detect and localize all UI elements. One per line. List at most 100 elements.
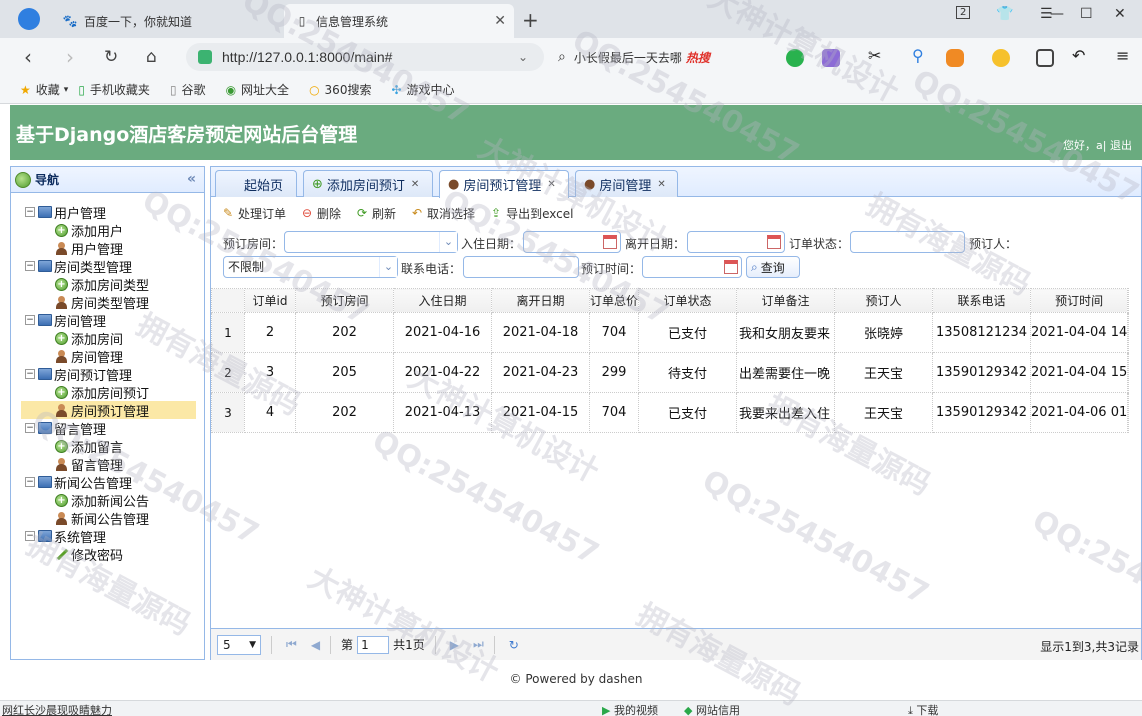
checkout-date-input[interactable] bbox=[687, 231, 785, 253]
nav-item[interactable]: + 添加房间预订 bbox=[11, 383, 204, 402]
nav-item[interactable]: + 添加新闻公告 bbox=[11, 491, 204, 510]
reload-icon[interactable]: ↻ bbox=[104, 47, 118, 67]
calendar-icon[interactable] bbox=[603, 235, 617, 249]
browser-logo-icon[interactable] bbox=[18, 8, 40, 30]
nav-group[interactable]: − 房间预订管理 bbox=[11, 365, 204, 384]
room-select[interactable]: ⌄ bbox=[284, 231, 458, 253]
status-input[interactable] bbox=[850, 231, 965, 253]
next-page-icon[interactable]: ▶ bbox=[450, 638, 459, 652]
query-button[interactable]: ⌕ 查询 bbox=[746, 256, 800, 278]
apps-icon[interactable] bbox=[1036, 49, 1054, 67]
nav-group[interactable]: − 用户管理 bbox=[11, 203, 204, 222]
calendar-icon[interactable] bbox=[767, 235, 781, 249]
table-row[interactable]: 2 3 205 2021-04-22 2021-04-23 299 待支付 出差需要住一晚 王天… bbox=[211, 352, 1130, 393]
browser-tab-active[interactable]: ▯ 信息管理系统 ✕ bbox=[284, 4, 514, 38]
refresh-button[interactable]: ⟳ 刷新 bbox=[355, 205, 396, 222]
nav-item[interactable]: 新闻公告管理 bbox=[11, 509, 204, 528]
nav-item[interactable]: + 添加房间 bbox=[11, 329, 204, 348]
minimize-icon[interactable]: — bbox=[1050, 6, 1064, 22]
calendar-icon[interactable] bbox=[724, 260, 738, 274]
booktime-input[interactable] bbox=[642, 256, 742, 278]
collapse-toggle-icon[interactable]: − bbox=[25, 477, 35, 487]
scissors-icon[interactable]: ✂ bbox=[868, 46, 886, 65]
home-icon[interactable]: ⌂ bbox=[146, 47, 157, 67]
nav-item[interactable]: 留言管理 bbox=[11, 455, 204, 474]
close-tab-icon[interactable]: ✕ bbox=[494, 13, 506, 29]
phone-input[interactable] bbox=[463, 256, 579, 278]
nav-item[interactable]: + 添加留言 bbox=[11, 437, 204, 456]
bookmark-sites[interactable]: ◉ 网址大全 bbox=[226, 81, 290, 98]
status-select[interactable]: 不限制 ⌄ bbox=[223, 256, 398, 278]
checkin-date-input[interactable] bbox=[523, 231, 621, 253]
export-excel-button[interactable]: ⇪ 导出到excel bbox=[489, 205, 573, 222]
video-link[interactable]: ▶ 我的视频 bbox=[602, 702, 658, 716]
bookmark-360[interactable]: ○ 360搜索 bbox=[309, 81, 371, 98]
column-header[interactable]: 订单状态 bbox=[638, 288, 738, 313]
browser-tab-baidu[interactable]: 🐾 百度一下，你就知道 bbox=[52, 4, 282, 38]
close-window-icon[interactable]: ✕ bbox=[1114, 6, 1126, 22]
last-page-icon[interactable]: ⏭ bbox=[473, 637, 484, 652]
status-news-link[interactable]: 网红长沙晨现吸睛魅力 bbox=[2, 702, 112, 716]
address-bar[interactable]: http://127.0.0.1:8000/main# ⌄ bbox=[186, 43, 544, 71]
nav-group[interactable]: − 房间类型管理 bbox=[11, 257, 204, 276]
column-header[interactable]: 预订人 bbox=[834, 288, 934, 313]
maximize-icon[interactable]: ☐ bbox=[1080, 6, 1093, 22]
column-header[interactable]: 联系电话 bbox=[932, 288, 1032, 313]
column-header[interactable]: 订单备注 bbox=[736, 288, 836, 313]
search-tool-icon[interactable]: ⚲ bbox=[912, 46, 930, 65]
nav-item[interactable]: 房间预订管理 bbox=[21, 401, 196, 420]
column-header[interactable]: 订单id bbox=[244, 288, 296, 313]
column-header[interactable]: 入住日期 bbox=[393, 288, 492, 313]
collapse-toggle-icon[interactable]: − bbox=[25, 531, 35, 541]
tab-count-badge[interactable]: 2 bbox=[956, 6, 971, 19]
bookmark-mobile[interactable]: ▯ 手机收藏夹 bbox=[78, 81, 150, 98]
coin-icon[interactable] bbox=[992, 49, 1010, 67]
game-icon[interactable] bbox=[946, 49, 964, 67]
collapse-toggle-icon[interactable]: − bbox=[25, 369, 35, 379]
bookmark-games[interactable]: ✣ 游戏中心 bbox=[391, 81, 454, 98]
column-header[interactable]: 离开日期 bbox=[491, 288, 590, 313]
process-order-button[interactable]: ✎ 处理订单 bbox=[221, 205, 286, 222]
bookmark-google[interactable]: ▯ 谷歌 bbox=[170, 81, 206, 98]
nav-group[interactable]: − 新闻公告管理 bbox=[11, 473, 204, 492]
collapse-toggle-icon[interactable]: − bbox=[25, 315, 35, 325]
undo-icon[interactable]: ↶ bbox=[1072, 46, 1090, 65]
prev-page-icon[interactable]: ◀ bbox=[311, 638, 320, 652]
nav-item[interactable]: + 添加用户 bbox=[11, 221, 204, 240]
nav-item[interactable]: + 添加房间类型 bbox=[11, 275, 204, 294]
page-size-select[interactable]: 5 ▼ bbox=[217, 634, 261, 655]
nav-group[interactable]: − 留言管理 bbox=[11, 419, 204, 438]
extension-green-icon[interactable] bbox=[786, 49, 804, 67]
back-icon[interactable]: ‹ bbox=[24, 45, 32, 69]
new-tab-icon[interactable]: + bbox=[522, 8, 539, 32]
nav-item[interactable]: 用户管理 bbox=[11, 239, 204, 258]
nav-item[interactable]: 房间管理 bbox=[11, 347, 204, 366]
collapse-toggle-icon[interactable]: − bbox=[25, 207, 35, 217]
close-icon[interactable]: ✕ bbox=[657, 179, 665, 190]
first-page-icon[interactable]: ⏮ bbox=[286, 637, 297, 652]
tab-add-booking[interactable]: ⊕ 添加房间预订 ✕ bbox=[303, 170, 433, 197]
close-icon[interactable]: ✕ bbox=[547, 179, 555, 190]
tab-home[interactable]: 起始页 bbox=[215, 170, 297, 197]
tab-booking-manage[interactable]: ● 房间预订管理 ✕ bbox=[439, 170, 569, 198]
browser-search[interactable]: ⌕ 小长假最后一天去哪 热搜 bbox=[558, 43, 768, 71]
translate-icon[interactable] bbox=[822, 49, 840, 67]
logout-link[interactable]: 退出 bbox=[1110, 139, 1132, 152]
cancel-select-button[interactable]: ↶ 取消选择 bbox=[410, 205, 475, 222]
chevron-down-icon[interactable]: ⌄ bbox=[518, 50, 528, 64]
nav-item[interactable]: 修改密码 bbox=[11, 545, 204, 564]
close-icon[interactable]: ✕ bbox=[411, 179, 419, 190]
collapse-icon[interactable]: « bbox=[187, 171, 196, 187]
tab-room-manage[interactable]: ● 房间管理 ✕ bbox=[575, 170, 678, 197]
delete-button[interactable]: ⊖ 删除 bbox=[300, 205, 341, 222]
column-header[interactable]: 订单总价 bbox=[588, 288, 640, 313]
download-link[interactable]: ⤓ 下载 bbox=[908, 702, 938, 716]
collapse-toggle-icon[interactable]: − bbox=[25, 261, 35, 271]
forward-icon[interactable]: › bbox=[66, 45, 74, 69]
nav-group[interactable]: − 系统管理 bbox=[11, 527, 204, 546]
table-row[interactable]: 1 2 202 2021-04-16 2021-04-18 704 已支付 我和女朋友要来 张晓… bbox=[211, 312, 1130, 353]
nav-group[interactable]: − 房间管理 bbox=[11, 311, 204, 330]
column-header[interactable]: 预订房间 bbox=[295, 288, 394, 313]
bookmark-favorites[interactable]: ★ 收藏 ▾ bbox=[20, 81, 68, 98]
collapse-toggle-icon[interactable]: − bbox=[25, 423, 35, 433]
